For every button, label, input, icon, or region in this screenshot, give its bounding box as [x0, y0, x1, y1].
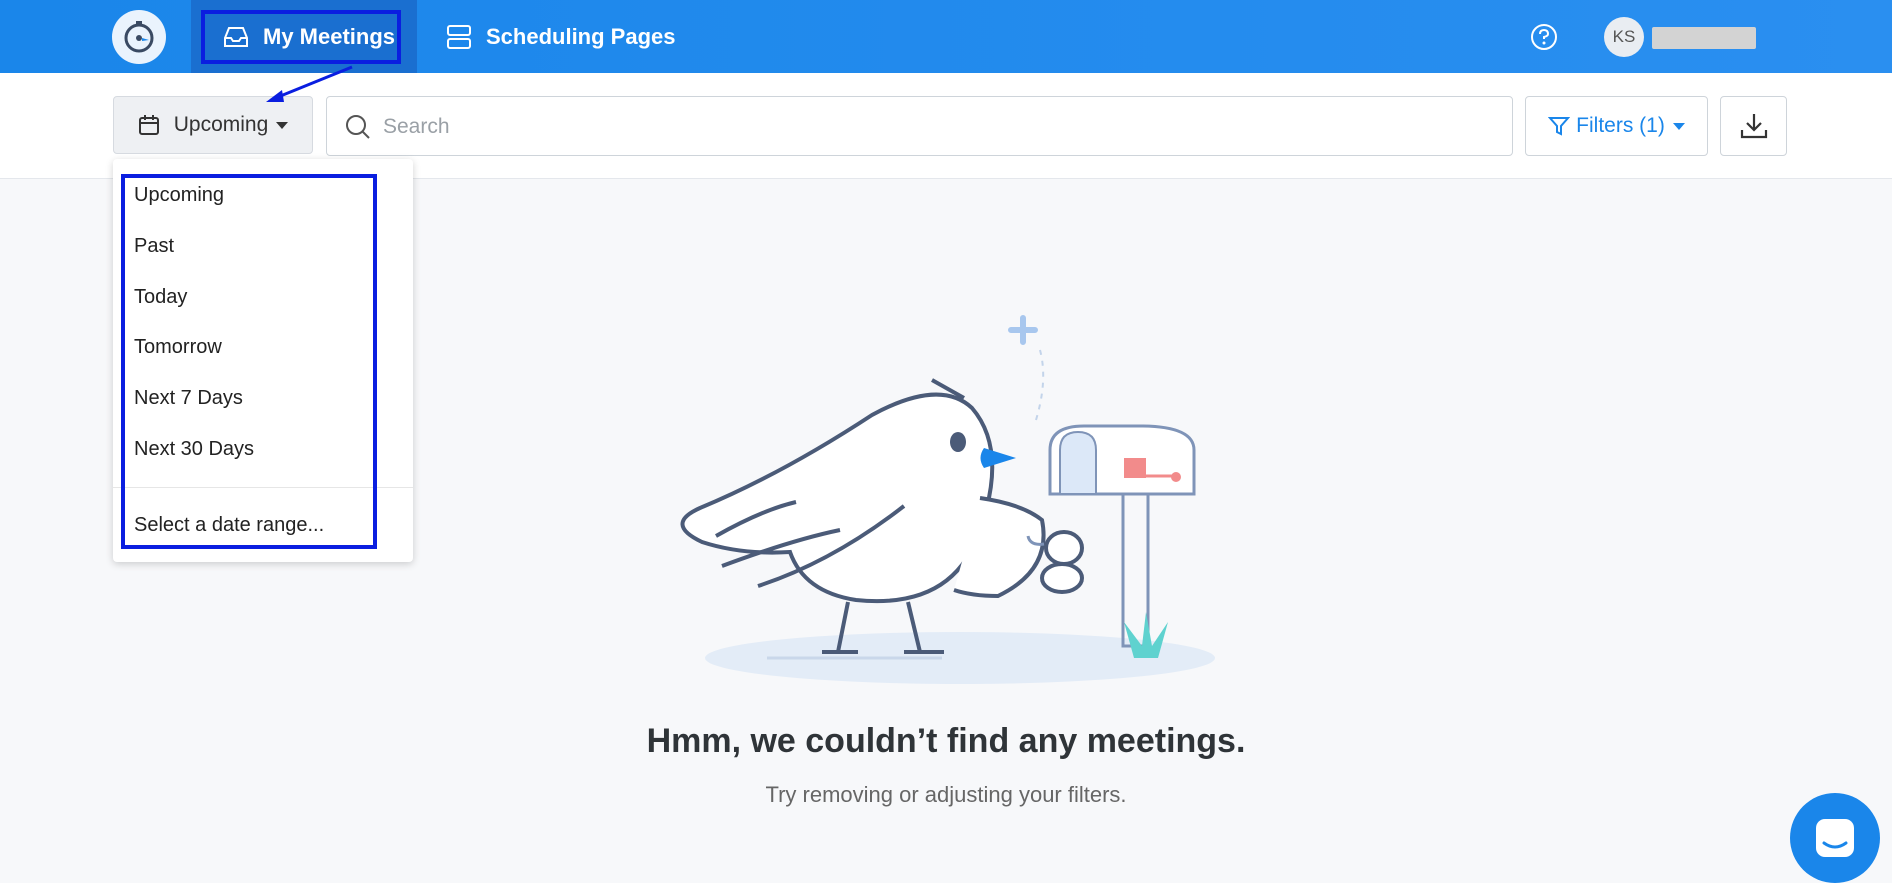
download-icon: [1740, 114, 1767, 139]
help-icon: [1531, 24, 1557, 50]
nav-my-meetings[interactable]: My Meetings: [191, 0, 417, 73]
nav-my-meetings-label: My Meetings: [263, 23, 396, 49]
app-logo[interactable]: [112, 10, 166, 64]
top-nav-bar: My Meetings Scheduling Pages KS: [0, 0, 1892, 73]
nav-scheduling-pages[interactable]: Scheduling Pages: [446, 0, 676, 73]
menu-item-tomorrow[interactable]: Tomorrow: [134, 336, 222, 359]
period-dropdown-menu: Upcoming Past Today Tomorrow Next 7 Days…: [113, 159, 413, 562]
redacted-username[interactable]: [1652, 27, 1756, 49]
search-box: [326, 96, 1513, 156]
menu-item-next-30-days[interactable]: Next 30 Days: [134, 438, 254, 461]
avatar[interactable]: KS: [1604, 17, 1644, 57]
server-icon: [447, 24, 471, 49]
search-icon: [346, 115, 370, 139]
avatar-initials: KS: [1612, 27, 1636, 46]
menu-item-today[interactable]: Today: [134, 286, 187, 309]
chat-icon: [1816, 819, 1854, 857]
empty-state-title: Hmm, we couldn’t find any meetings.: [646, 722, 1246, 760]
chevron-down-icon: [1672, 122, 1685, 130]
search-input[interactable]: [381, 107, 1485, 147]
menu-item-next-7-days[interactable]: Next 7 Days: [134, 387, 243, 410]
annotation-highlight-box: [121, 174, 377, 549]
filters-button[interactable]: Filters (1): [1525, 96, 1708, 156]
help-button[interactable]: [1529, 22, 1559, 57]
calendar-icon: [138, 115, 159, 135]
nav-scheduling-pages-label: Scheduling Pages: [486, 23, 676, 49]
empty-mailbox-bird-illustration: [680, 315, 1215, 684]
inbox-icon: [224, 26, 248, 47]
menu-item-upcoming[interactable]: Upcoming: [134, 184, 224, 207]
chevron-down-icon: [276, 121, 289, 129]
filters-label: Filters (1): [1576, 114, 1665, 137]
menu-item-date-range[interactable]: Select a date range...: [134, 514, 324, 537]
filter-icon: [1548, 117, 1571, 136]
period-dropdown-label: Upcoming: [173, 113, 269, 136]
logo-icon: [124, 21, 154, 53]
period-dropdown-button[interactable]: Upcoming: [113, 96, 313, 154]
download-button[interactable]: [1720, 96, 1787, 156]
menu-divider: [113, 487, 413, 488]
empty-state-subtitle: Try removing or adjusting your filters.: [765, 782, 1127, 807]
menu-item-past[interactable]: Past: [134, 235, 174, 258]
